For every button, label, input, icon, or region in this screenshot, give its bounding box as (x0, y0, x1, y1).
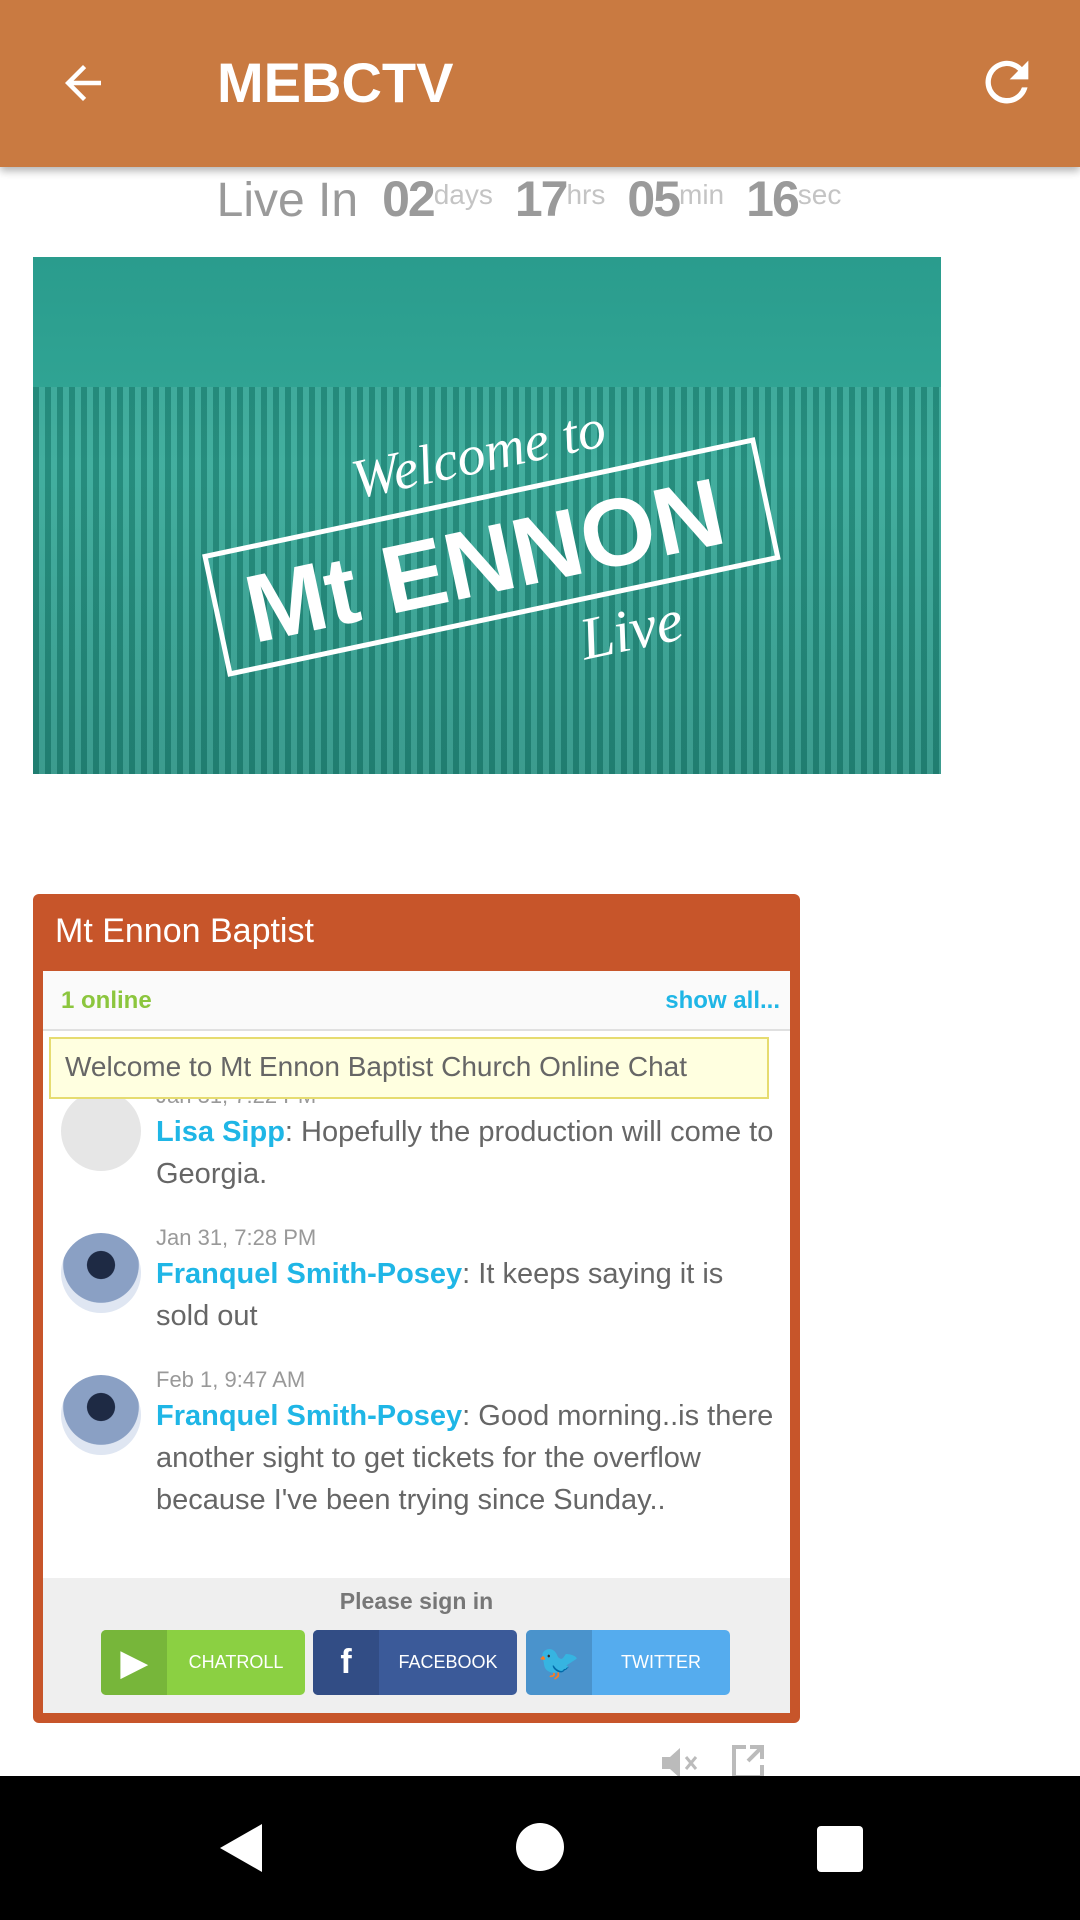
system-nav-bar (0, 1776, 1080, 1920)
arrow-left-icon[interactable] (56, 56, 110, 110)
message-author[interactable]: Franquel Smith-Posey (156, 1400, 462, 1432)
avatar (61, 1233, 141, 1313)
countdown-days: 02 (382, 171, 436, 227)
show-all-link[interactable]: show all... (665, 987, 780, 1015)
popout-icon[interactable] (730, 1743, 766, 1779)
welcome-notice: Welcome to Mt Ennon Baptist Church Onlin… (49, 1037, 769, 1099)
countdown: Live In 02days 17hrs 05min 16sec (0, 170, 1080, 228)
chat-message: Jan 31, 7:28 PM Franquel Smith-Posey: It… (43, 1223, 790, 1337)
banner-logo: Welcome to Mt ENNON Live (202, 397, 781, 677)
countdown-sec: 16 (746, 171, 800, 227)
message-time: Feb 1, 9:47 AM (156, 1367, 306, 1392)
twitter-button[interactable]: 🐦 TWITTER (526, 1630, 730, 1695)
sign-in-panel: Please sign in ▶ CHATROLL f FACEBOOK 🐦 TWIT… (43, 1578, 790, 1713)
online-count: 1 online (61, 987, 152, 1014)
app-bar: MEBCTV (0, 0, 1080, 167)
nav-recents-icon[interactable] (817, 1826, 863, 1872)
countdown-hrs: 17 (514, 171, 569, 227)
avatar (61, 1091, 141, 1171)
sign-in-label: Please sign in (339, 1588, 494, 1614)
message-author[interactable]: Franquel Smith-Posey (156, 1258, 462, 1290)
countdown-min: 05 (627, 171, 681, 227)
chatroll-icon: ▶ (101, 1630, 167, 1695)
chat-message: Feb 1, 9:47 AM Franquel Smith-Posey: Goo… (43, 1365, 790, 1521)
message-time: Jan 31, 7:28 PM (156, 1225, 317, 1250)
chat-body: 1 online show all... Welcome to Mt Ennon… (43, 971, 790, 1713)
hrs-unit: hrs (566, 179, 606, 210)
countdown-label: Live In (216, 174, 359, 227)
video-banner[interactable]: Welcome to Mt ENNON Live (33, 257, 941, 774)
twitter-icon: 🐦 (526, 1630, 592, 1695)
facebook-button[interactable]: f FACEBOOK (313, 1630, 517, 1695)
app-title: MEBCTV (217, 51, 454, 114)
nav-home-icon[interactable] (515, 1822, 565, 1872)
message-list[interactable]: Jan 31, 7:22 PM Lisa Sipp: Hopefully the… (43, 1081, 790, 1549)
chatroll-button[interactable]: ▶ CHATROLL (101, 1630, 305, 1695)
days-unit: days (433, 179, 493, 210)
nav-back-icon[interactable] (216, 1822, 264, 1874)
avatar (61, 1375, 141, 1455)
message-author[interactable]: Lisa Sipp (156, 1116, 285, 1148)
facebook-icon: f (313, 1630, 379, 1695)
chat-widget: Mt Ennon Baptist 1 online show all... We… (33, 894, 800, 1723)
sec-unit: sec (797, 179, 842, 210)
chat-title: Mt Ennon Baptist (55, 912, 314, 950)
min-unit: min (679, 179, 725, 210)
online-row: 1 online show all... (43, 971, 790, 1031)
refresh-icon[interactable] (975, 50, 1039, 114)
